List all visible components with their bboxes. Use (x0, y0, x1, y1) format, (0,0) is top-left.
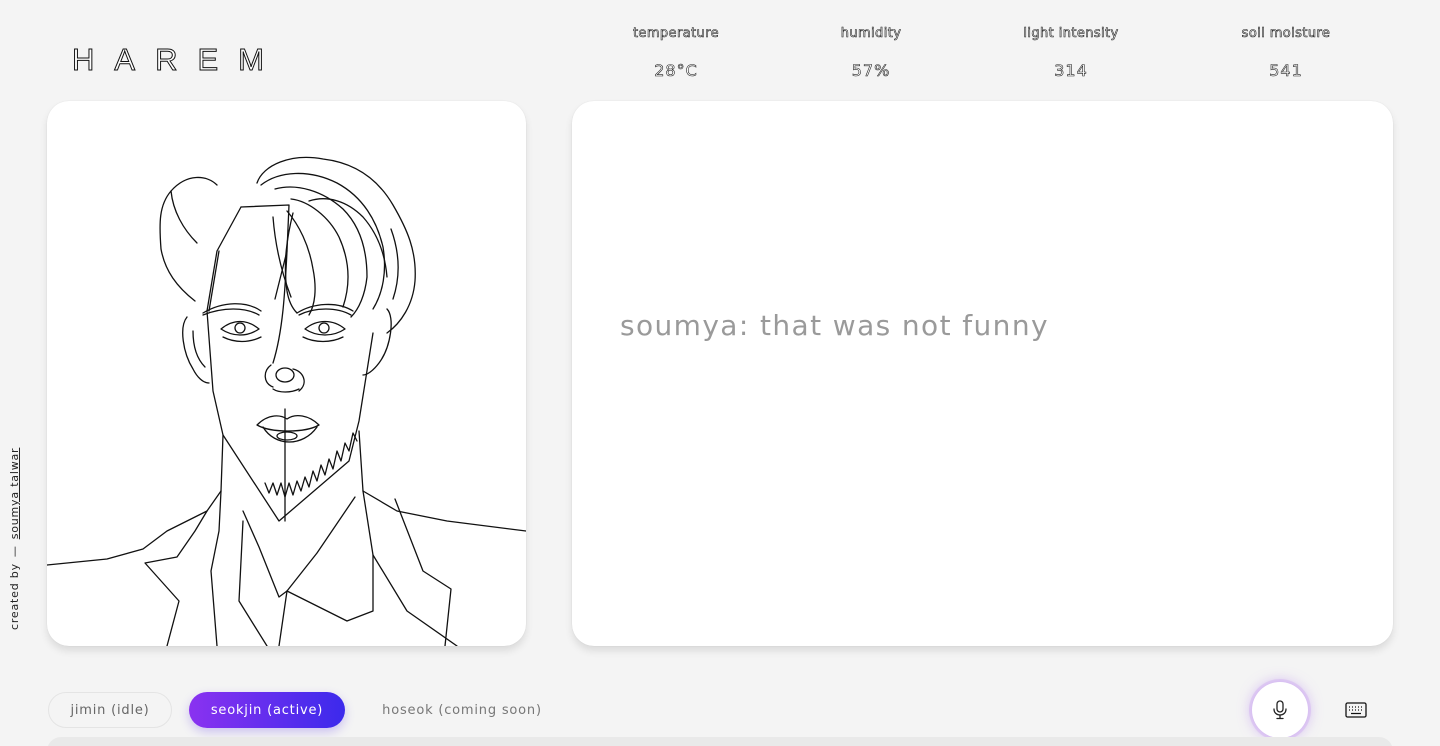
character-portrait-card (47, 101, 526, 646)
character-button-seokjin[interactable]: seokjin (active) (189, 692, 345, 728)
sensor-value: 28°C (654, 61, 698, 81)
sensor-value: 314 (1054, 61, 1088, 81)
sensor-label: soil moisture (1241, 26, 1331, 42)
mic-button[interactable] (1252, 682, 1308, 738)
mic-icon (1273, 700, 1287, 720)
character-button-jimin[interactable]: jimin (idle) (48, 692, 172, 728)
sensor-humidity: humidity 57% (796, 26, 946, 81)
sensor-label: temperature (632, 26, 720, 42)
sensor-temperature: temperature 28°C (601, 26, 751, 81)
text-input-bar (47, 737, 1393, 746)
keyboard-icon (1345, 702, 1367, 718)
sensor-label: light intensity (1023, 26, 1119, 42)
chat-panel: soumya: that was not funny (572, 101, 1393, 646)
creator-credit: created by — soumya talwar (8, 448, 21, 630)
credit-author-link[interactable]: soumya talwar (8, 448, 21, 540)
character-portrait (47, 156, 526, 646)
credit-dash: — (8, 545, 21, 558)
chat-message: soumya: that was not funny (620, 309, 1049, 342)
keyboard-button[interactable] (1338, 694, 1374, 726)
app-logo: HAREM (72, 42, 284, 78)
sensor-value: 57% (851, 61, 891, 81)
credit-prefix: created by (8, 563, 21, 630)
sensor-soil-moisture: soil moisture 541 (1211, 26, 1361, 81)
sensor-light-intensity: light intensity 314 (996, 26, 1146, 81)
character-button-hoseok: hoseok (coming soon) (382, 702, 542, 718)
sensor-value: 541 (1269, 61, 1303, 81)
sensor-label: humidity (840, 26, 902, 42)
